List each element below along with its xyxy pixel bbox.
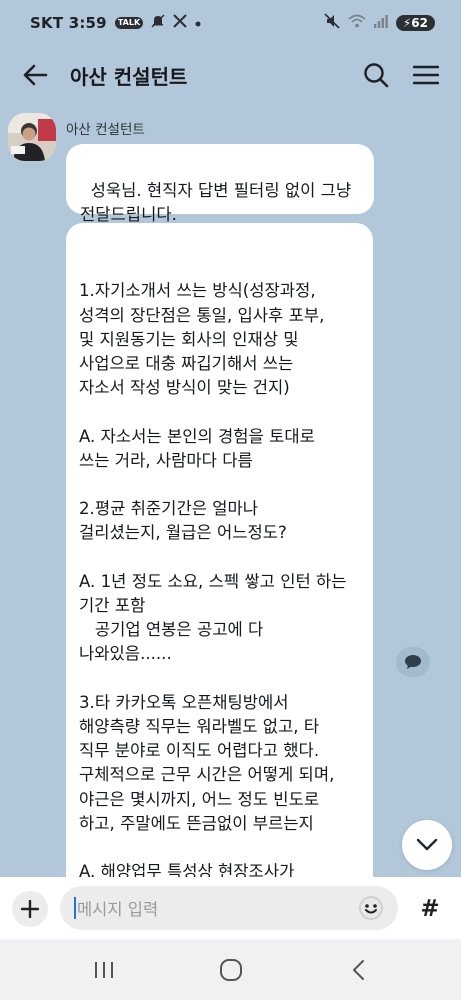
back-button[interactable] (18, 58, 52, 92)
system-back-button[interactable] (328, 950, 388, 990)
status-left: SKT 3:59 TALK (30, 14, 201, 32)
avatar-photo (8, 113, 56, 161)
message-text: 성욱님. 현직자 답변 필터링 없이 그냥 전달드립니다. (80, 181, 352, 225)
emoji-button[interactable] (356, 893, 386, 923)
battery-indicator: ⚡62 (395, 15, 435, 31)
home-button[interactable] (201, 950, 261, 990)
chevron-left-icon (352, 959, 364, 980)
status-time: SKT 3:59 (30, 14, 107, 32)
status-bar: SKT 3:59 TALK ⚡62 (0, 0, 461, 46)
home-icon (219, 958, 242, 981)
talk-notification-icon: TALK (114, 17, 144, 29)
chat-header: 아산 컨설턴트 (0, 46, 461, 104)
chat-title: 아산 컨설턴트 (70, 64, 188, 89)
search-button[interactable] (357, 56, 395, 94)
menu-button[interactable] (407, 56, 445, 94)
menu-icon (413, 65, 439, 85)
sender-name: 아산 컨설턴트 (66, 122, 145, 138)
quick-reply-button[interactable] (396, 647, 430, 677)
search-icon (364, 63, 389, 88)
signal-icon (373, 14, 388, 32)
scroll-down-button[interactable] (402, 820, 452, 870)
avatar[interactable] (8, 113, 56, 161)
wifi-icon (348, 14, 366, 32)
plus-icon (21, 900, 39, 918)
text-cursor (74, 897, 76, 919)
recent-apps-icon (94, 961, 113, 978)
back-arrow-icon (23, 64, 48, 86)
system-nav-bar (0, 939, 461, 1000)
carrier-label: SKT (30, 14, 64, 32)
bell-muted-icon (151, 14, 165, 32)
attach-button[interactable] (12, 891, 48, 927)
battery-level: 62 (411, 16, 428, 30)
x-app-icon (173, 14, 187, 32)
message-input-placeholder: 메시지 입력 (77, 900, 159, 919)
clock-label: 3:59 (68, 14, 107, 32)
message-bubble[interactable]: 성욱님. 현직자 답변 필터링 없이 그냥 전달드립니다. (66, 144, 374, 224)
hashtag-button[interactable]: # (412, 891, 448, 927)
chevron-down-icon (416, 838, 438, 851)
dot-icon (195, 16, 201, 31)
chat-bubble-icon (405, 655, 421, 669)
message-text: 1.자기소개서 쓰는 방식(성장과정, 성격의 장단점은 통일, 입사후 포부,… (79, 281, 347, 882)
status-right: ⚡62 (324, 13, 435, 33)
emoji-icon (359, 896, 383, 920)
message-input-bar: 메시지 입력 # (0, 877, 461, 939)
mute-icon (324, 13, 340, 33)
recent-apps-button[interactable] (74, 950, 134, 990)
message-input[interactable]: 메시지 입력 (60, 886, 398, 930)
message-bubble[interactable]: 1.자기소개서 쓰는 방식(성장과정, 성격의 장단점은 통일, 입사후 포부,… (66, 223, 373, 903)
